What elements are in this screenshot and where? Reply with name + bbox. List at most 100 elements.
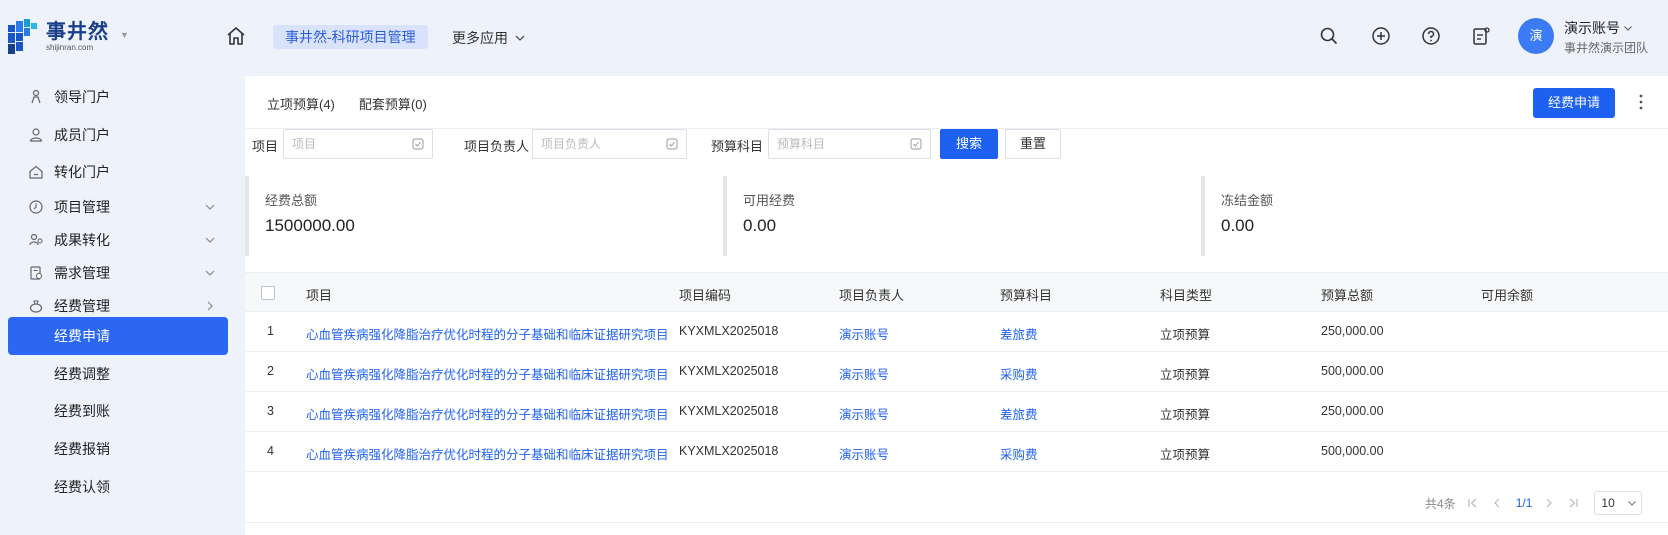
column-header[interactable]: 预算科目 (1000, 285, 1052, 304)
help-icon[interactable] (1420, 25, 1442, 47)
total-pages: /1 (1522, 496, 1533, 510)
person-icon (31, 89, 41, 104)
sidebar-item-transfer-portal[interactable]: 转化门户 (8, 154, 228, 190)
document-icon (30, 266, 43, 280)
home-icon[interactable] (224, 24, 248, 48)
prev-page-icon[interactable] (1490, 496, 1504, 510)
user-name: 演示账号 (1564, 20, 1620, 36)
chevron-down-icon (1624, 26, 1632, 31)
sidebar-item-label: 经费管理 (54, 298, 110, 314)
project-code: KYXMLX2025018 (679, 324, 779, 338)
select-all-checkbox[interactable] (261, 286, 275, 300)
table-row: 2 心血管疾病强化降脂治疗优化时程的分子基础和临床证据研究项目 KYXMLX20… (245, 352, 1668, 392)
avatar[interactable]: 演 (1518, 18, 1554, 54)
project-link[interactable]: 心血管疾病强化降脂治疗优化时程的分子基础和临床证据研究项目 (306, 444, 669, 463)
sidebar: 领导门户 成员门户 转化门户 项目管理 成果转化 需求管理 经费管理 经费申请 … (0, 72, 238, 535)
picker-icon (666, 138, 678, 150)
add-icon[interactable] (1370, 25, 1392, 47)
logo[interactable]: 事井然 shijinran.com (8, 17, 128, 57)
leader-link[interactable]: 演示账号 (839, 364, 889, 383)
table-row: 3 心血管疾病强化降脂治疗优化时程的分子基础和临床证据研究项目 KYXMLX20… (245, 392, 1668, 432)
active-app-tab[interactable]: 事井然-科研项目管理 (273, 25, 428, 49)
user-menu[interactable]: 演示账号 (1564, 18, 1633, 38)
project-filter-label: 项目 (252, 139, 279, 154)
project-link[interactable]: 心血管疾病强化降脂治疗优化时程的分子基础和临床证据研究项目 (306, 324, 669, 343)
page-size-select[interactable]: 10 (1594, 491, 1643, 515)
stat-value: 1500000.00 (265, 216, 355, 235)
leader-link[interactable]: 演示账号 (839, 444, 889, 463)
home-icon (29, 165, 43, 179)
budget-tabs: 立项预算(4) 配套预算(0) (267, 94, 427, 113)
chevron-down-icon (1628, 501, 1637, 506)
stat-value: 0.00 (743, 216, 777, 235)
logo-dropdown-icon[interactable]: ▼ (120, 30, 129, 40)
subject-link[interactable]: 差旅费 (1000, 404, 1038, 423)
sidebar-subitem-fund-claim[interactable]: 经费认领 (8, 468, 228, 506)
leader-filter-input[interactable]: 项目负责人 (532, 129, 687, 159)
leader-filter-placeholder: 项目负责人 (541, 137, 602, 151)
total-count: 共4条 (1425, 496, 1456, 511)
project-filter-placeholder: 项目 (292, 137, 317, 151)
budget-total: 250,000.00 (1321, 324, 1384, 338)
sidebar-item-demand-management[interactable]: 需求管理 (8, 255, 228, 291)
leader-link[interactable]: 演示账号 (839, 324, 889, 343)
column-header[interactable]: 项目负责人 (839, 285, 904, 304)
search-button[interactable]: 搜索 (940, 129, 998, 159)
tab-project-budget[interactable]: 立项预算(4) (267, 94, 335, 113)
sidebar-item-label: 领导门户 (54, 89, 110, 105)
column-header[interactable]: 项目编码 (679, 285, 731, 304)
footer-divider (245, 522, 1668, 523)
first-page-icon[interactable] (1466, 496, 1480, 510)
sidebar-item-project-management[interactable]: 项目管理 (8, 189, 228, 225)
sidebar-item-achievement-transfer[interactable]: 成果转化 (8, 222, 228, 258)
chevron-down-icon (515, 35, 525, 41)
fund-apply-button[interactable]: 经费申请 (1533, 88, 1615, 118)
pagination: 共4条 1 /1 10 (1425, 491, 1643, 515)
more-options-icon[interactable] (1635, 90, 1647, 114)
table-header: 项目 项目编码 项目负责人 预算科目 科目类型 预算总额 可用余额 (245, 272, 1668, 312)
project-filter-input[interactable]: 项目 (283, 129, 433, 159)
clock-icon (29, 200, 43, 214)
subject-link[interactable]: 差旅费 (1000, 324, 1038, 343)
stat-card-frozen: 冻结金额 0.00 (1201, 176, 1668, 256)
subject-link[interactable]: 采购费 (1000, 364, 1038, 383)
table-row: 1 心血管疾病强化降脂治疗优化时程的分子基础和临床证据研究项目 KYXMLX20… (245, 312, 1668, 352)
column-header[interactable]: 科目类型 (1160, 285, 1212, 304)
column-header[interactable]: 可用余额 (1481, 285, 1533, 304)
project-code: KYXMLX2025018 (679, 364, 779, 378)
subject-link[interactable]: 采购费 (1000, 444, 1038, 463)
sidebar-item-leader-portal[interactable]: 领导门户 (8, 79, 228, 115)
project-link[interactable]: 心血管疾病强化降脂治疗优化时程的分子基础和临床证据研究项目 (306, 364, 669, 383)
last-page-icon[interactable] (1566, 496, 1580, 510)
logo-mark-icon (8, 19, 37, 54)
search-icon[interactable] (1318, 25, 1340, 47)
sidebar-subitem-fund-adjust[interactable]: 经费调整 (8, 355, 228, 393)
current-page[interactable]: 1 (1516, 496, 1523, 510)
stat-label: 经费总额 (265, 193, 318, 208)
row-number: 3 (267, 404, 274, 418)
sidebar-subitem-fund-reimburse[interactable]: 经费报销 (8, 430, 228, 468)
main-panel: 立项预算(4) 配套预算(0) 经费申请 项目 项目 项目负责人 项目负责人 预… (245, 76, 1668, 535)
sidebar-subitem-fund-arrival[interactable]: 经费到账 (8, 392, 228, 430)
row-number: 1 (267, 324, 274, 338)
stat-label: 冻结金额 (1221, 193, 1274, 208)
column-header[interactable]: 项目 (306, 285, 332, 304)
project-link[interactable]: 心血管疾病强化降脂治疗优化时程的分子基础和临床证据研究项目 (306, 404, 669, 423)
subject-type: 立项预算 (1160, 448, 1211, 462)
stat-value: 0.00 (1221, 216, 1255, 235)
more-apps-menu[interactable]: 更多应用 (452, 28, 526, 48)
reset-button[interactable]: 重置 (1005, 129, 1061, 159)
project-code: KYXMLX2025018 (679, 444, 779, 458)
chevron-down-icon (205, 237, 215, 243)
column-header[interactable]: 预算总额 (1321, 285, 1373, 304)
next-page-icon[interactable] (1542, 496, 1556, 510)
subject-filter-placeholder: 预算科目 (777, 137, 826, 151)
tab-matching-budget[interactable]: 配套预算(0) (359, 94, 427, 113)
sidebar-subitem-fund-apply[interactable]: 经费申请 (8, 317, 228, 355)
task-list-icon[interactable] (1470, 25, 1492, 47)
row-number: 4 (267, 444, 274, 458)
sidebar-item-member-portal[interactable]: 成员门户 (8, 117, 228, 153)
subject-filter-input[interactable]: 预算科目 (768, 129, 931, 159)
budget-total: 500,000.00 (1321, 364, 1384, 378)
leader-link[interactable]: 演示账号 (839, 404, 889, 423)
